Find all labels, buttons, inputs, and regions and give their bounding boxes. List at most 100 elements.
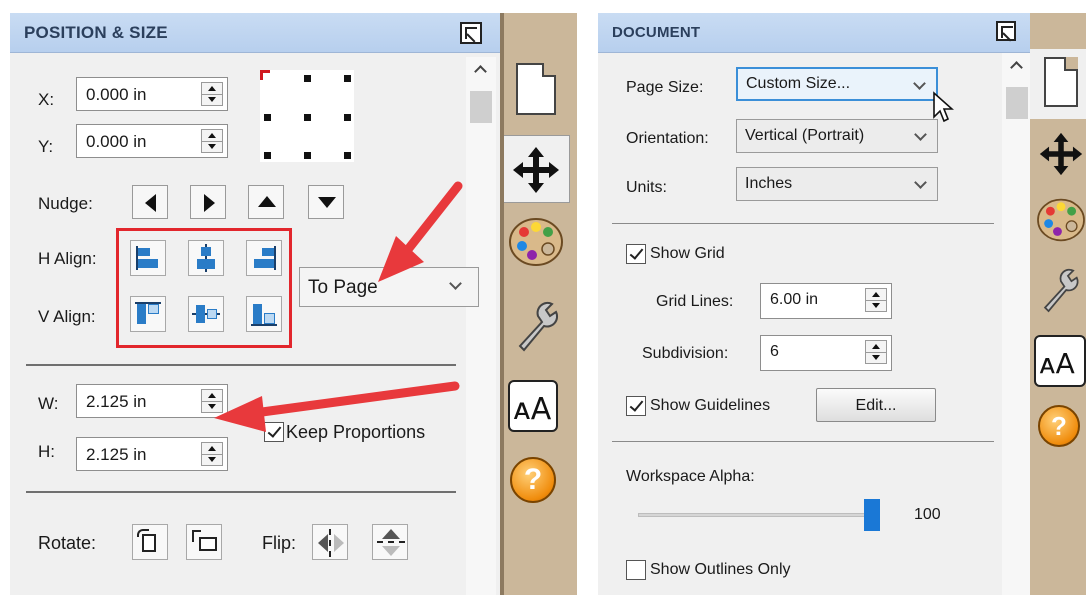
flip-label: Flip: (262, 533, 297, 553)
ref-point-top-center[interactable] (304, 75, 311, 82)
w-value: 2.125 in (86, 392, 147, 411)
units-select[interactable]: Inches (736, 167, 938, 201)
ref-point-center[interactable] (304, 114, 311, 121)
orientation-select[interactable]: Vertical (Portrait) (736, 119, 938, 153)
show-outlines-label[interactable]: Show Outlines Only (650, 561, 791, 579)
y-spinner-icon[interactable] (201, 129, 223, 153)
reference-point-grid[interactable] (260, 70, 354, 162)
page-size-value: Custom Size... (746, 75, 851, 92)
v-align-label: V Align: (38, 307, 96, 326)
scroll-thumb[interactable] (1006, 87, 1028, 119)
color-palette-icon[interactable] (1036, 197, 1086, 243)
vertical-scrollbar[interactable] (1002, 53, 1030, 595)
nudge-right-button[interactable] (190, 185, 226, 219)
subdivision-input[interactable]: 6 (760, 335, 892, 371)
nudge-down-button[interactable] (308, 185, 344, 219)
edit-guidelines-button[interactable]: Edit... (816, 388, 936, 422)
align-right-button[interactable] (246, 240, 282, 276)
ref-point-mid-right[interactable] (344, 114, 351, 121)
orientation-value: Vertical (Portrait) (745, 127, 865, 144)
w-input[interactable]: 2.125 in (76, 384, 228, 418)
keep-proportions-checkbox[interactable] (264, 422, 284, 442)
align-left-button[interactable] (130, 240, 166, 276)
document-tab-icon (1044, 57, 1078, 107)
align-bottom-button[interactable] (246, 296, 282, 332)
separator (26, 364, 456, 366)
show-grid-label[interactable]: Show Grid (650, 245, 725, 263)
page-size-label: Page Size: (626, 79, 704, 96)
rotate-right-button[interactable] (186, 524, 222, 560)
separator (612, 441, 994, 442)
align-center-horizontal-button[interactable] (188, 240, 224, 276)
ref-point-top-right[interactable] (344, 75, 351, 82)
popout-icon[interactable] (996, 21, 1016, 41)
text-tab-icon[interactable]: ᴀA (508, 380, 558, 432)
x-spinner-icon[interactable] (201, 82, 223, 106)
move-arrows-icon[interactable] (1038, 131, 1084, 177)
ref-point-top-left-v (260, 70, 263, 80)
nudge-left-button[interactable] (132, 185, 168, 219)
h-input[interactable]: 2.125 in (76, 437, 228, 471)
align-to-value: To Page (308, 277, 378, 298)
subdivision-spinner-icon[interactable] (865, 340, 887, 364)
arrow-left-icon (145, 194, 156, 212)
nudge-up-button[interactable] (248, 185, 284, 219)
arrow-up-icon (258, 196, 276, 207)
ref-point-bottom-right[interactable] (344, 152, 351, 159)
wrench-icon[interactable] (512, 300, 562, 352)
position-size-titlebar: POSITION & SIZE (10, 13, 500, 53)
rotate-left-button[interactable] (132, 524, 168, 560)
show-guidelines-label[interactable]: Show Guidelines (650, 397, 770, 415)
keep-proportions-label[interactable]: Keep Proportions (286, 422, 425, 443)
show-guidelines-checkbox[interactable] (626, 396, 646, 416)
grid-lines-spinner-icon[interactable] (865, 288, 887, 312)
separator (26, 491, 456, 493)
arrow-down-icon (318, 197, 336, 208)
scroll-thumb[interactable] (470, 91, 492, 123)
document-tab-icon[interactable] (516, 63, 556, 115)
ref-point-mid-left[interactable] (264, 114, 271, 121)
y-value: 0.000 in (86, 132, 147, 151)
help-icon[interactable]: ? (1038, 405, 1080, 447)
nudge-label: Nudge: (38, 194, 93, 213)
align-center-vertical-button[interactable] (188, 296, 224, 332)
color-palette-icon[interactable] (508, 216, 564, 268)
workspace-alpha-slider-track[interactable] (638, 513, 874, 517)
flip-horizontal-button[interactable] (312, 524, 348, 560)
ref-point-bottom-left[interactable] (264, 152, 271, 159)
ref-point-bottom-center[interactable] (304, 152, 311, 159)
document-tab[interactable] (1030, 49, 1086, 119)
scroll-up-icon[interactable] (1010, 61, 1023, 74)
flip-vertical-button[interactable] (372, 524, 408, 560)
page-size-select[interactable]: Custom Size... (736, 67, 938, 101)
x-input[interactable]: 0.000 in (76, 77, 228, 111)
edit-button-label: Edit... (855, 397, 897, 414)
text-size-glyph: ᴀA (1039, 347, 1075, 380)
workspace-alpha-value: 100 (914, 506, 941, 523)
left-tab-strip: ᴀA ? (500, 13, 577, 595)
grid-lines-input[interactable]: 6.00 in (760, 283, 892, 319)
grid-lines-value: 6.00 in (770, 291, 819, 308)
h-spinner-icon[interactable] (201, 442, 223, 466)
text-tab-icon[interactable]: ᴀA (1034, 335, 1086, 387)
y-input[interactable]: 0.000 in (76, 124, 228, 158)
orientation-label: Orientation: (626, 130, 709, 147)
chevron-down-icon (913, 77, 926, 90)
wrench-icon[interactable] (1038, 267, 1082, 313)
workspace-alpha-slider-thumb[interactable] (864, 499, 880, 531)
flip-vertical-icon (377, 541, 405, 543)
chevron-down-icon (914, 128, 927, 141)
scroll-up-icon[interactable] (474, 65, 487, 78)
align-to-select[interactable]: To Page (299, 267, 479, 307)
vertical-scrollbar[interactable] (466, 57, 496, 595)
popout-icon[interactable] (460, 22, 482, 44)
help-icon[interactable]: ? (510, 457, 556, 503)
align-top-button[interactable] (130, 296, 166, 332)
flip-horizontal-icon (329, 529, 331, 557)
show-grid-checkbox[interactable] (626, 244, 646, 264)
position-size-tab[interactable] (504, 135, 570, 203)
panel-title: POSITION & SIZE (24, 23, 168, 42)
show-outlines-checkbox[interactable] (626, 560, 646, 580)
x-label: X: (38, 90, 55, 109)
w-spinner-icon[interactable] (201, 389, 223, 413)
